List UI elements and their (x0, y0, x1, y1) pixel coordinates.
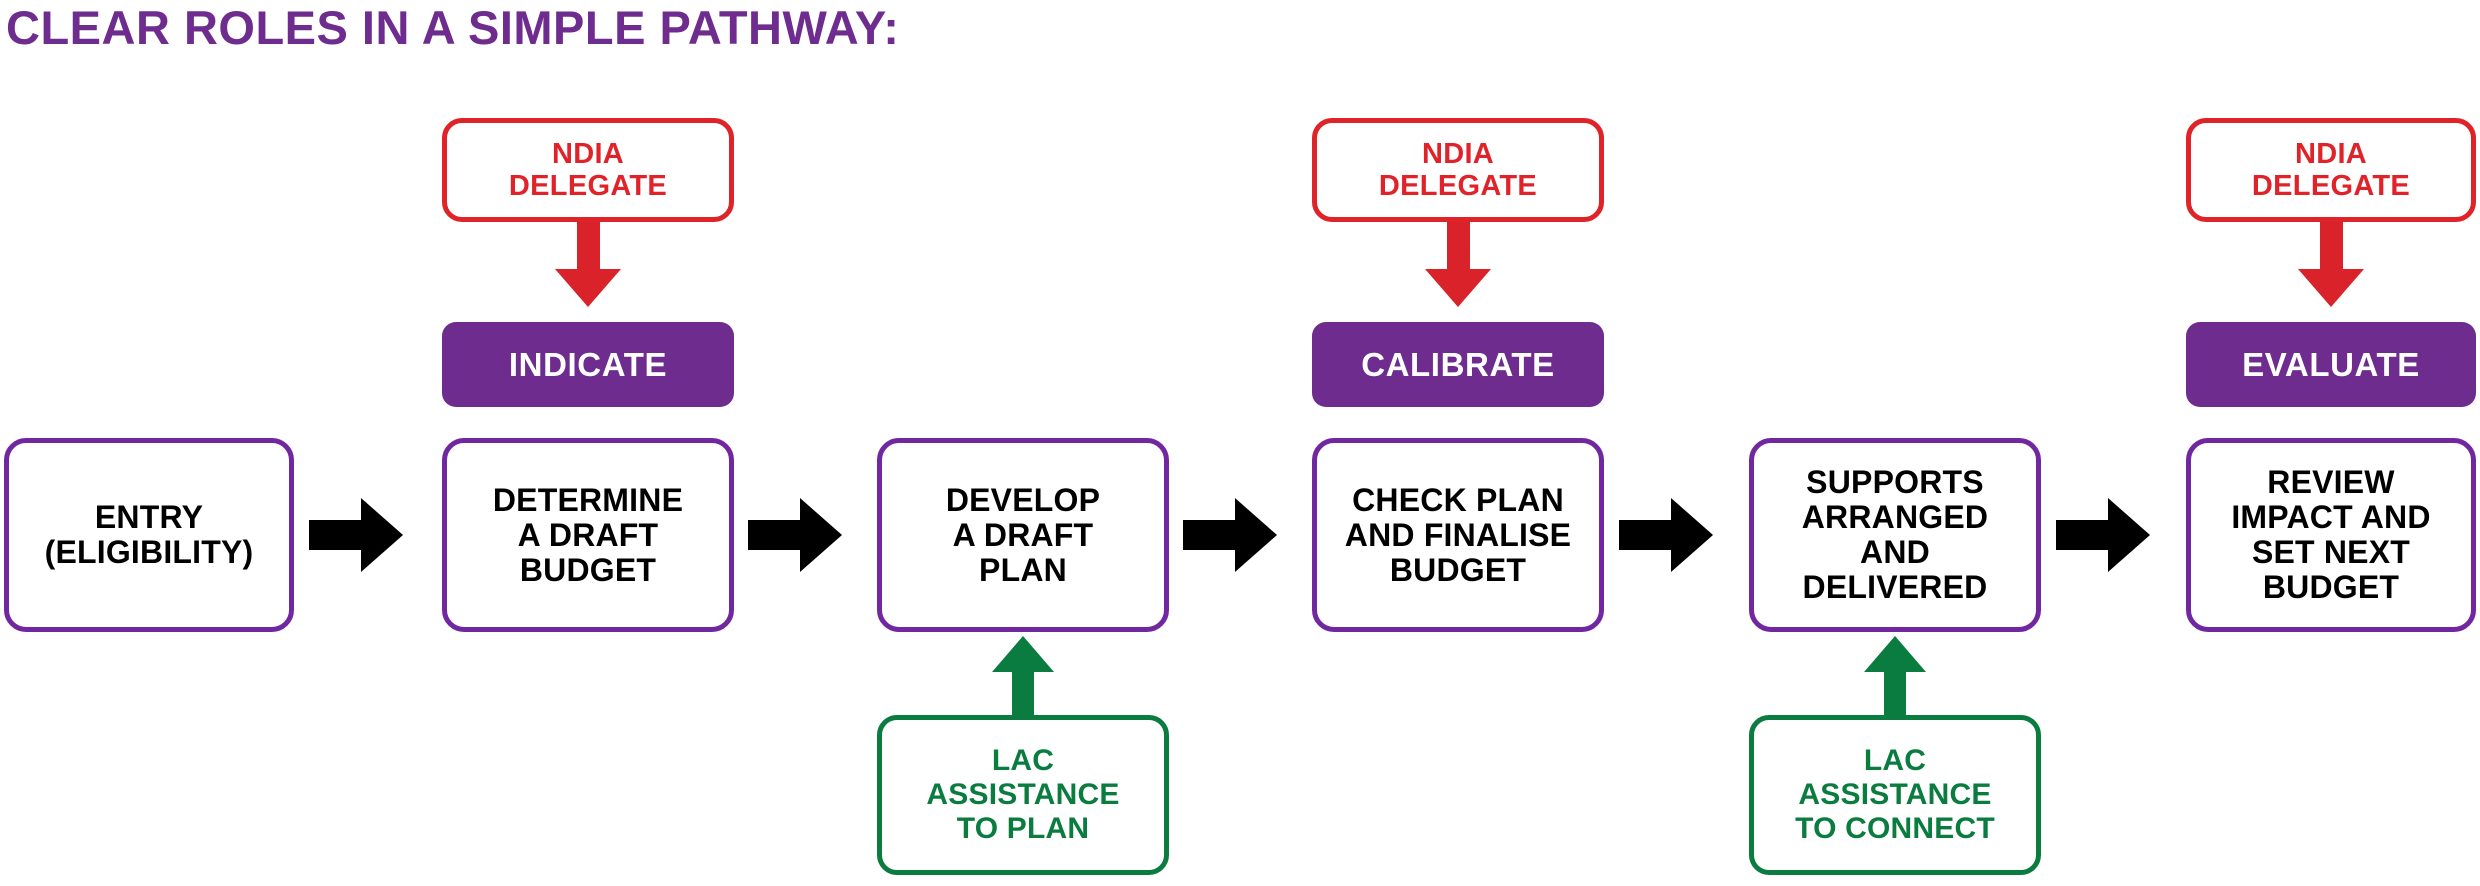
pathway-step-label-6: REVIEW IMPACT AND SET NEXT BUDGET (2231, 464, 2431, 605)
arrow-down-icon-2 (1425, 222, 1491, 307)
ndia-delegate-label-2: NDIA DELEGATE (1378, 138, 1538, 202)
action-box-evaluate: EVALUATE (2186, 322, 2476, 407)
arrow-right-icon-2 (748, 498, 846, 572)
lac-box-plan: LAC ASSISTANCE TO PLAN (877, 715, 1169, 875)
pathway-step-supports-delivered: SUPPORTS ARRANGED AND DELIVERED (1749, 438, 2041, 632)
action-box-calibrate: CALIBRATE (1312, 322, 1604, 407)
pathway-step-label-4: CHECK PLAN AND FINALISE BUDGET (1344, 481, 1572, 588)
ndia-delegate-label-3: NDIA DELEGATE (2251, 138, 2411, 202)
pathway-step-develop-draft-plan: DEVELOP A DRAFT PLAN (877, 438, 1169, 632)
pathway-step-entry: ENTRY (ELIGIBILITY) (4, 438, 294, 632)
arrow-right-icon-5 (2056, 498, 2154, 572)
arrow-down-icon-1 (555, 222, 621, 307)
arrow-right-icon-3 (1183, 498, 1281, 572)
ndia-delegate-box-2: NDIA DELEGATE (1312, 118, 1604, 222)
pathway-step-label-1: ENTRY (ELIGIBILITY) (44, 499, 254, 570)
action-label-indicate: INDICATE (508, 345, 668, 383)
arrow-right-icon-4 (1619, 498, 1717, 572)
lac-box-connect: LAC ASSISTANCE TO CONNECT (1749, 715, 2041, 875)
pathway-step-label-5: SUPPORTS ARRANGED AND DELIVERED (1801, 464, 1989, 605)
page-title: CLEAR ROLES IN A SIMPLE PATHWAY: (6, 1, 900, 54)
pathway-step-check-finalise-budget: CHECK PLAN AND FINALISE BUDGET (1312, 438, 1604, 632)
pathway-step-label-2: DETERMINE A DRAFT BUDGET (492, 481, 684, 588)
action-label-calibrate: CALIBRATE (1361, 345, 1555, 383)
lac-label-connect: LAC ASSISTANCE TO CONNECT (1795, 744, 1995, 845)
arrow-down-icon-3 (2298, 222, 2364, 307)
arrow-up-icon-1 (992, 636, 1054, 717)
ndia-delegate-box-3: NDIA DELEGATE (2186, 118, 2476, 222)
pathway-step-review-set-next-budget: REVIEW IMPACT AND SET NEXT BUDGET (2186, 438, 2476, 632)
ndia-delegate-box-1: NDIA DELEGATE (442, 118, 734, 222)
pathway-step-determine-draft-budget: DETERMINE A DRAFT BUDGET (442, 438, 734, 632)
lac-label-plan: LAC ASSISTANCE TO PLAN (926, 744, 1120, 845)
action-label-evaluate: EVALUATE (2242, 345, 2420, 383)
ndia-delegate-label-1: NDIA DELEGATE (508, 138, 668, 202)
arrow-up-icon-2 (1864, 636, 1926, 717)
diagram-canvas: CLEAR ROLES IN A SIMPLE PATHWAY: NDIA DEL… (0, 0, 2480, 886)
arrow-right-icon-1 (309, 498, 407, 572)
action-box-indicate: INDICATE (442, 322, 734, 407)
pathway-step-label-3: DEVELOP A DRAFT PLAN (945, 481, 1101, 588)
